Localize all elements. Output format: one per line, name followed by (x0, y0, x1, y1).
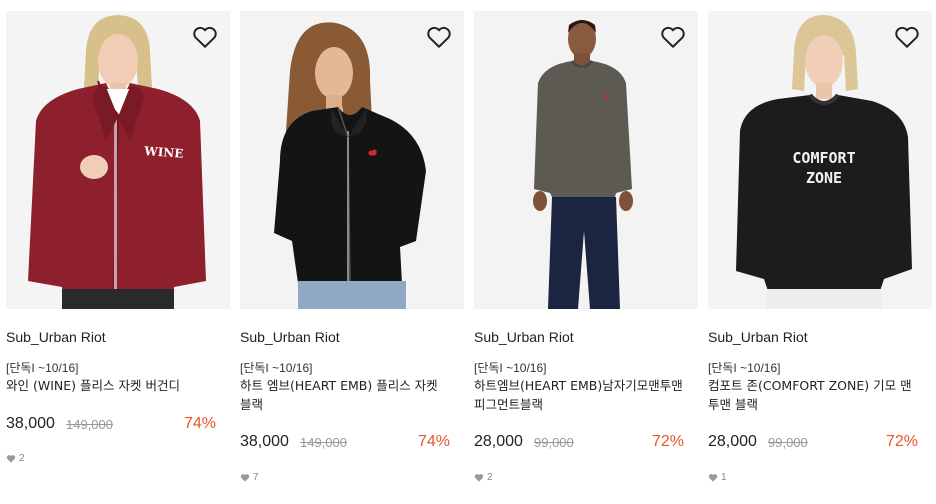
heart-filled-icon (240, 474, 250, 482)
product-card[interactable]: Sub_Urban Riot [단독I ~10/16] 하트 엠브(HEART … (240, 11, 464, 501)
product-grid: WINE Sub_Urban Riot [단독I ~10/16] 와인 (WIN… (6, 11, 934, 501)
price-row: 28,000 99,000 72% (474, 433, 686, 453)
original-price: 99,000 (534, 435, 574, 450)
sale-price: 28,000 (708, 433, 757, 450)
brand-name[interactable]: Sub_Urban Riot (6, 329, 106, 345)
heart-filled-icon (6, 455, 16, 463)
product-image[interactable] (474, 11, 698, 309)
product-image[interactable] (240, 11, 464, 309)
sale-price: 28,000 (474, 433, 523, 450)
product-tag: [단독I ~10/16] (708, 361, 781, 375)
product-image[interactable]: COMFORT ZONE (708, 11, 932, 309)
like-count: 1 (708, 472, 727, 484)
original-price: 149,000 (66, 417, 113, 432)
discount-rate: 74% (183, 415, 216, 432)
heart-filled-icon (708, 474, 718, 482)
product-card[interactable]: Sub_Urban Riot [단독I ~10/16] 하트엠브(HEART E… (474, 11, 698, 501)
price-row: 38,000 149,000 74% (240, 433, 452, 453)
product-name[interactable]: 컴포트 존(COMFORT ZONE) 기모 맨투맨 블랙 (708, 376, 920, 414)
like-count-value: 2 (19, 453, 25, 464)
like-count-value: 1 (721, 472, 727, 483)
product-image[interactable]: WINE (6, 11, 230, 309)
original-price: 99,000 (768, 435, 808, 450)
discount-rate: 72% (651, 433, 684, 450)
heart-outline-icon[interactable] (894, 25, 920, 49)
price-row: 38,000 149,000 74% (6, 415, 218, 435)
brand-name[interactable]: Sub_Urban Riot (474, 329, 574, 345)
heart-outline-icon[interactable] (192, 25, 218, 49)
sale-price: 38,000 (240, 433, 289, 450)
product-name[interactable]: 와인 (WINE) 플리스 자켓 버건디 (6, 376, 218, 395)
product-card[interactable]: COMFORT ZONE Sub_Urban Riot [단독I ~10/16]… (708, 11, 932, 501)
price-row: 28,000 99,000 72% (708, 433, 920, 453)
svg-text:WINE: WINE (143, 144, 184, 161)
heart-filled-icon (474, 474, 484, 482)
product-tag: [단독I ~10/16] (6, 361, 79, 375)
brand-name[interactable]: Sub_Urban Riot (708, 329, 808, 345)
sale-price: 38,000 (6, 415, 55, 432)
like-count-value: 7 (253, 472, 259, 483)
original-price: 149,000 (300, 435, 347, 450)
svg-text:ZONE: ZONE (806, 169, 842, 187)
discount-rate: 74% (417, 433, 450, 450)
like-count: 2 (6, 453, 25, 465)
heart-outline-icon[interactable] (426, 25, 452, 49)
discount-rate: 72% (885, 433, 918, 450)
product-tag: [단독I ~10/16] (474, 361, 547, 375)
product-tag: [단독I ~10/16] (240, 361, 313, 375)
brand-name[interactable]: Sub_Urban Riot (240, 329, 340, 345)
like-count: 2 (474, 472, 493, 484)
svg-text:COMFORT: COMFORT (792, 149, 855, 167)
like-count: 7 (240, 472, 259, 484)
product-name[interactable]: 하트 엠브(HEART EMB) 플리스 자켓 블랙 (240, 376, 452, 414)
product-card[interactable]: WINE Sub_Urban Riot [단독I ~10/16] 와인 (WIN… (6, 11, 230, 501)
product-name[interactable]: 하트엠브(HEART EMB)남자기모맨투맨 피그먼트블랙 (474, 376, 686, 414)
heart-outline-icon[interactable] (660, 25, 686, 49)
like-count-value: 2 (487, 472, 493, 483)
